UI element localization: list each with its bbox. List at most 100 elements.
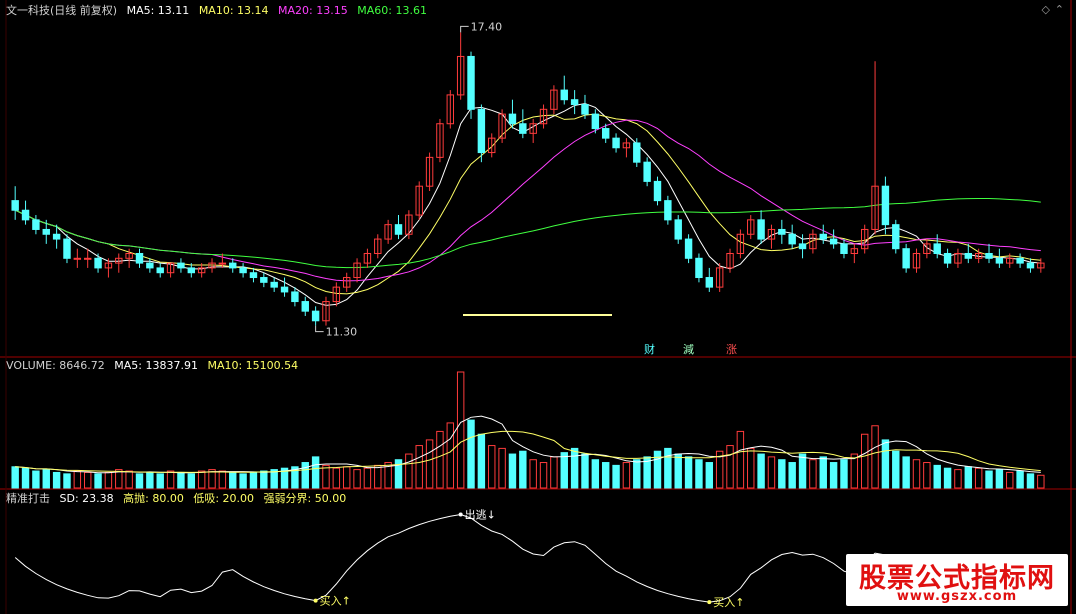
volume-bar <box>985 470 993 489</box>
volume-bar <box>477 433 486 489</box>
candle <box>674 215 682 244</box>
candle-body <box>94 257 102 269</box>
volume-bar <box>83 471 92 489</box>
volume-bar <box>456 371 465 489</box>
event-tag-reduce: 減 <box>683 342 694 356</box>
candle-body <box>985 252 993 259</box>
candle-body <box>1016 257 1024 264</box>
volume-bar <box>104 471 113 489</box>
candle-body <box>601 128 610 139</box>
candle <box>436 118 444 163</box>
candle <box>715 263 724 292</box>
volume-bar <box>125 470 133 489</box>
volume-bar <box>11 466 19 489</box>
candle <box>42 219 50 244</box>
candle <box>819 224 827 244</box>
stock-chart-window: 文一科技(日线 前复权) MA5: 13.11 MA10: 13.14 MA20… <box>0 0 1076 614</box>
volume-bar <box>42 469 50 489</box>
candle <box>1016 253 1024 268</box>
volume-bar <box>363 467 372 489</box>
candle <box>239 263 247 278</box>
volume-bar <box>353 469 361 489</box>
volume-bar <box>488 445 496 489</box>
candle <box>705 267 714 292</box>
candle-body <box>933 243 941 254</box>
candle-body <box>840 243 848 254</box>
candle-body <box>229 262 237 269</box>
volume-bar <box>747 447 755 489</box>
candle-body <box>519 123 527 134</box>
candle <box>353 258 361 283</box>
volume-bar <box>840 459 848 489</box>
candle <box>135 248 144 268</box>
candle-body <box>42 228 50 235</box>
candle-body <box>177 262 185 269</box>
candle-body <box>52 233 61 240</box>
candle-body <box>664 200 672 221</box>
volume-bar <box>933 464 941 489</box>
candle <box>425 152 434 192</box>
volume-bar <box>954 469 962 489</box>
candle-body <box>570 99 579 106</box>
candle-body <box>32 219 40 230</box>
volume-bar <box>1006 471 1014 489</box>
high-price-label: 17.40 <box>471 20 503 33</box>
low-marker-line <box>315 325 324 333</box>
candle <box>508 99 517 129</box>
candle <box>871 61 879 235</box>
volume-bar <box>405 453 413 489</box>
watermark-logo: 股票公式指标网 www.gszx.com <box>846 554 1068 606</box>
candle <box>933 234 941 259</box>
candle <box>311 306 320 326</box>
volume-bar <box>519 450 527 489</box>
volume-bar <box>177 471 185 489</box>
buy-signal-dot <box>313 598 318 603</box>
candle-body <box>218 262 227 265</box>
candle <box>32 215 40 235</box>
candle <box>467 51 475 119</box>
candle <box>115 253 123 273</box>
candle-body <box>249 272 258 279</box>
volume-bar <box>52 471 61 489</box>
volume-bar <box>94 473 102 489</box>
chart-canvas[interactable]: 出逃↓ 买入↑ 买入↑ 17.40 11.30 财 減 涨 <box>0 0 1076 614</box>
candle-body <box>83 257 92 260</box>
candle <box>560 75 568 105</box>
buy-signal-label: 买入↑ <box>713 596 744 609</box>
volume-bar <box>705 462 714 489</box>
volume-bar <box>726 445 734 489</box>
sell-signal-dot <box>458 512 463 517</box>
candle-body <box>995 257 1004 264</box>
volume-bar <box>467 419 475 489</box>
volume-bar <box>581 453 589 489</box>
volume-bar <box>135 473 144 489</box>
candle-body <box>11 200 19 211</box>
candle <box>363 248 372 268</box>
volume-bar <box>892 450 900 489</box>
volume-bar <box>943 467 952 489</box>
volume-bar <box>529 459 537 489</box>
candle-body <box>260 277 268 283</box>
candle-body <box>280 286 289 293</box>
candle <box>902 243 910 273</box>
volume-bar <box>974 467 983 489</box>
candle-body <box>964 252 973 259</box>
candle <box>912 248 921 273</box>
volume-bar <box>322 464 330 489</box>
candle-body <box>633 142 641 163</box>
candle-body <box>653 180 662 202</box>
candle <box>736 229 745 259</box>
buy-signal-dot <box>707 600 712 605</box>
volume-bar <box>570 447 579 489</box>
volume-bar <box>539 462 548 489</box>
volume-bar <box>778 459 786 489</box>
candle <box>1026 258 1035 273</box>
candle-body <box>477 108 486 154</box>
candle <box>778 219 786 244</box>
volume-bar <box>446 422 455 489</box>
low-price-label: 11.30 <box>326 326 358 339</box>
volume-bar <box>674 453 682 489</box>
candle-body <box>881 185 890 226</box>
volume-bar <box>622 462 631 489</box>
buy-signal-label: 买入↑ <box>320 595 351 608</box>
